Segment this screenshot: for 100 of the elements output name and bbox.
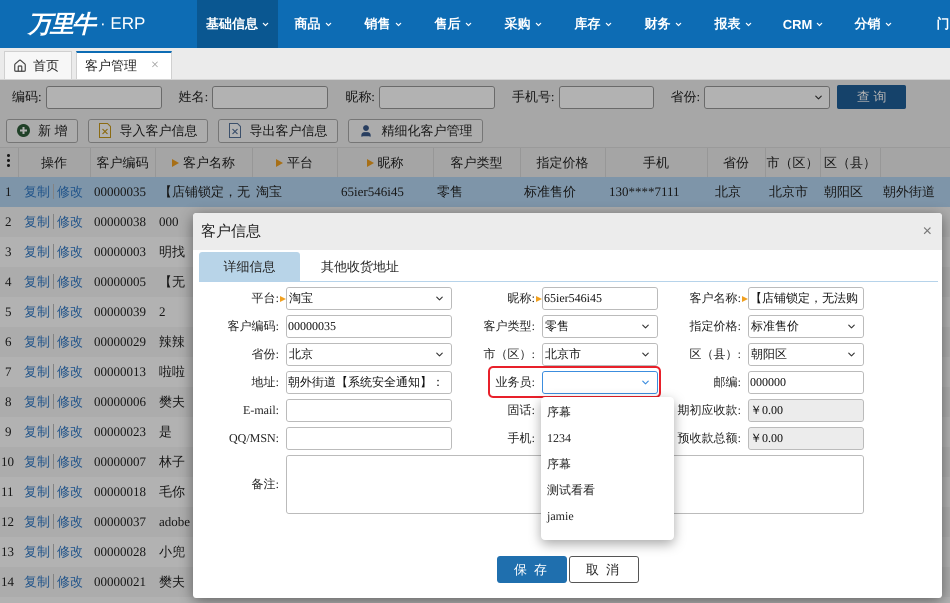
table-cell: 毛你 xyxy=(159,484,185,499)
toolbar-button[interactable]: 新 增 xyxy=(6,118,78,142)
search-field[interactable] xyxy=(212,86,328,108)
query-button[interactable]: 查 询 xyxy=(837,85,906,109)
action-link[interactable]: 修改 xyxy=(53,394,86,409)
table-cell: 130****7111 xyxy=(609,184,680,199)
dropdown-option[interactable]: 序幕 xyxy=(541,399,674,425)
search-field[interactable] xyxy=(46,86,162,108)
table-cell: 00000013 xyxy=(94,364,146,379)
field-label: 昵称: xyxy=(508,290,535,307)
table-cell: 00000003 xyxy=(94,244,146,259)
readonly-field[interactable]: ￥0.00 xyxy=(748,427,864,450)
readonly-field[interactable]: ￥0.00 xyxy=(748,399,864,422)
nav-menu-item[interactable]: CRM xyxy=(768,0,838,48)
dialog-tab[interactable]: 其他收货地址 xyxy=(300,252,420,281)
action-link[interactable]: 复制 xyxy=(21,574,53,589)
nav-menu-item[interactable]: 销售 xyxy=(348,0,418,48)
action-link[interactable]: 修改 xyxy=(53,304,86,319)
toolbar-button[interactable]: 导出客户信息 xyxy=(218,118,338,142)
table-cell: 樊夫 xyxy=(159,394,185,409)
page-tab[interactable]: 首页 xyxy=(4,51,72,79)
select-field[interactable]: 标准售价 xyxy=(748,315,864,338)
action-link[interactable]: 复制 xyxy=(21,304,53,319)
field-label: 手机: xyxy=(508,430,535,447)
sort-icon[interactable] xyxy=(276,158,283,166)
action-link[interactable]: 复制 xyxy=(21,334,53,349)
nav-menu-item[interactable]: 售后 xyxy=(418,0,488,48)
search-field[interactable] xyxy=(558,86,654,108)
action-link[interactable]: 修改 xyxy=(53,454,86,469)
action-link[interactable]: 复制 xyxy=(21,514,53,529)
table-cell: 00000005 xyxy=(94,274,146,289)
cancel-button[interactable]: 取 消 xyxy=(568,556,638,583)
close-button[interactable]: × xyxy=(922,222,932,240)
select-field[interactable] xyxy=(704,86,830,108)
action-link[interactable]: 修改 xyxy=(53,514,86,529)
sort-icon[interactable] xyxy=(172,158,179,166)
table-cell: 00000021 xyxy=(94,574,146,589)
field-label: 客户名称: xyxy=(690,290,741,307)
select-field[interactable]: 北京 xyxy=(286,343,452,366)
action-link[interactable]: 修改 xyxy=(53,214,86,229)
action-link[interactable]: 复制 xyxy=(21,424,53,439)
text-field[interactable]: 000000 xyxy=(748,371,864,394)
dialog-tab[interactable]: 详细信息 xyxy=(199,252,300,281)
action-link[interactable]: 修改 xyxy=(53,574,86,589)
dropdown-option[interactable]: 1234 xyxy=(541,425,674,451)
action-link[interactable]: 修改 xyxy=(53,484,86,499)
column-menu-icon[interactable] xyxy=(7,154,10,167)
row-number: 11 xyxy=(1,484,14,499)
action-link[interactable]: 复制 xyxy=(21,454,53,469)
nav-menu-item[interactable]: 库存 xyxy=(558,0,628,48)
text-field[interactable] xyxy=(286,427,452,450)
action-link[interactable]: 修改 xyxy=(53,244,86,259)
action-link[interactable]: 复制 xyxy=(21,544,53,559)
toolbar-button[interactable]: 精细化客户管理 xyxy=(348,118,484,142)
action-link[interactable]: 复制 xyxy=(21,394,53,409)
text-field[interactable]: 朝外街道【系统安全通知】： xyxy=(286,371,452,394)
dropdown-option[interactable]: 序幕 xyxy=(541,451,674,477)
nav-menu-item[interactable]: 门 xyxy=(908,0,950,48)
search-field[interactable] xyxy=(378,86,495,108)
page-tab[interactable]: 客户管理 × xyxy=(76,51,172,79)
action-link[interactable]: 复制 xyxy=(21,484,53,499)
nav-menu-item[interactable]: 采购 xyxy=(488,0,558,48)
nav-menu-item[interactable]: 报表 xyxy=(698,0,768,48)
nav-menu-item[interactable]: 分销 xyxy=(838,0,908,48)
select-field[interactable] xyxy=(542,371,658,394)
text-field[interactable] xyxy=(286,399,452,422)
nav-menu-item[interactable]: 基础信息 xyxy=(197,0,278,48)
action-link[interactable]: 修改 xyxy=(53,364,86,379)
close-icon[interactable]: × xyxy=(151,58,159,74)
action-link[interactable]: 复制 xyxy=(21,214,53,229)
select-field[interactable]: 北京市 xyxy=(542,343,658,366)
action-link[interactable]: 修改 xyxy=(53,274,86,289)
table-cell: 是 xyxy=(159,424,172,439)
text-field[interactable]: 【店铺锁定，无法购 xyxy=(748,287,864,310)
action-link[interactable]: 复制 xyxy=(21,244,53,259)
table-cell: 辣辣 xyxy=(159,334,185,349)
action-link[interactable]: 修改 xyxy=(53,544,86,559)
field-label: 期初应收款: xyxy=(678,402,741,419)
nav-menu-item[interactable]: 商品 xyxy=(278,0,348,48)
action-link[interactable]: 复制 xyxy=(21,274,53,289)
text-field[interactable]: 65ier546i45 xyxy=(542,287,658,310)
row-number: 8 xyxy=(5,394,12,409)
home-icon xyxy=(13,58,27,72)
save-button[interactable]: 保 存 xyxy=(496,556,566,583)
dropdown-option[interactable]: jamie xyxy=(541,503,674,529)
select-field[interactable]: 朝阳区 xyxy=(748,343,864,366)
select-field[interactable]: 零售 xyxy=(542,315,658,338)
select-field[interactable]: 淘宝 xyxy=(286,287,452,310)
table-cell: 00000018 xyxy=(94,484,146,499)
sort-icon[interactable] xyxy=(366,158,374,166)
table-cell: 北京 xyxy=(715,184,741,199)
nav-menu-item[interactable]: 财务 xyxy=(628,0,698,48)
text-field[interactable]: 00000035 xyxy=(286,315,452,338)
row-number: 2 xyxy=(5,214,12,229)
toolbar-button[interactable]: 导入客户信息 xyxy=(88,118,208,142)
action-link[interactable]: 修改 xyxy=(53,334,86,349)
action-link[interactable]: 修改 xyxy=(53,424,86,439)
dropdown-option[interactable]: 测试看看 xyxy=(541,477,674,503)
action-link[interactable]: 复制 xyxy=(21,364,53,379)
table-cell: 【无 xyxy=(159,274,185,289)
